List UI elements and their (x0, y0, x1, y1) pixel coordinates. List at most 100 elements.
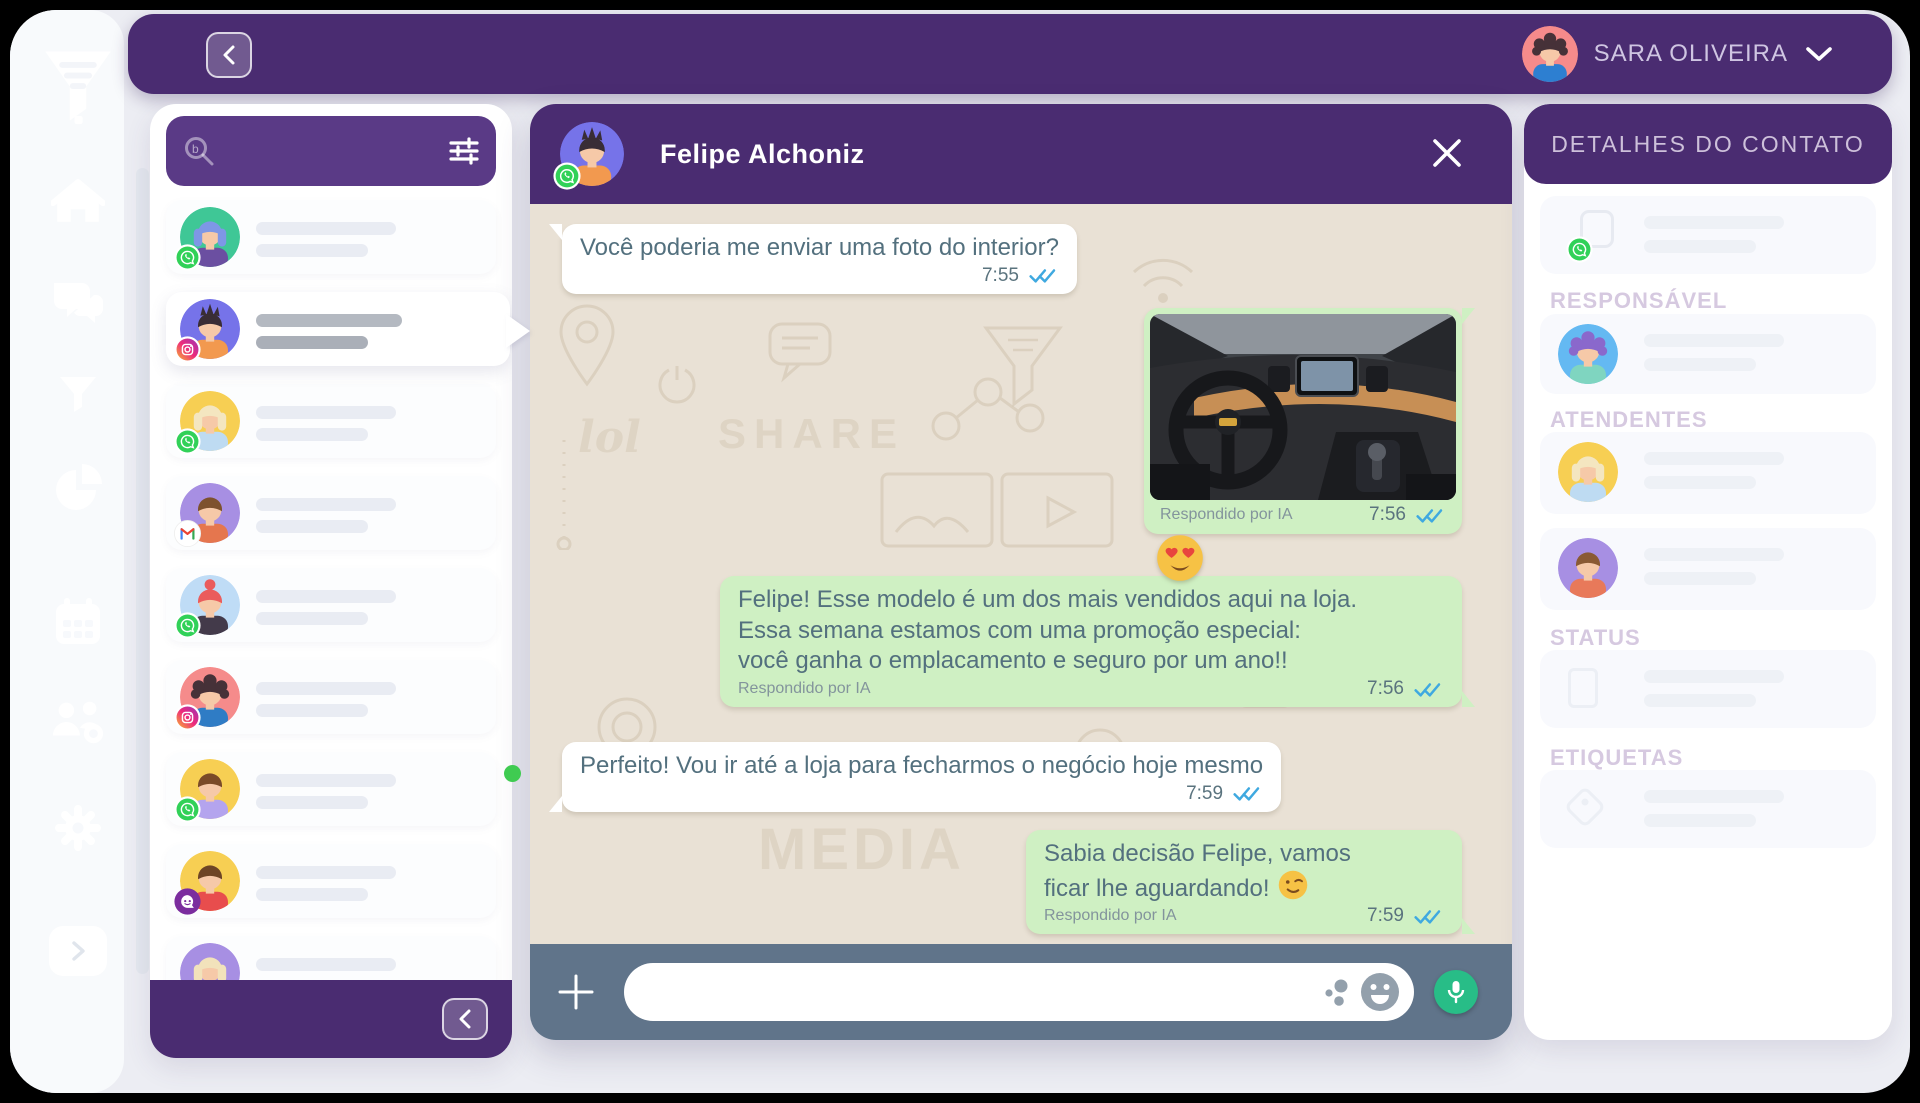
chat-list-item[interactable] (166, 568, 496, 642)
tag-icon (1564, 786, 1606, 828)
etiqueta-placeholder (1644, 790, 1784, 803)
message-time: 7:56 (1367, 678, 1404, 700)
contact-info-placeholder (1644, 240, 1756, 253)
atendente-avatar (1558, 538, 1618, 598)
whatsapp-badge-icon (1566, 236, 1593, 263)
message-preview-placeholder (256, 704, 368, 717)
current-user-menu[interactable]: SARA OLIVEIRA (1522, 26, 1834, 82)
read-receipt-icon (1416, 507, 1446, 524)
rail-pie-report[interactable] (52, 462, 104, 514)
chat-list-item[interactable] (166, 200, 496, 274)
contact-details-panel: DETALHES DO CONTATO RESPONSÁVEL ATENDENT… (1524, 104, 1892, 1040)
navigation-rail (10, 10, 124, 1093)
message-input-wrap[interactable] (624, 963, 1414, 1021)
whatsapp-badge-icon (553, 162, 581, 190)
online-status-dot (504, 765, 521, 782)
section-label-etiquetas: ETIQUETAS (1550, 745, 1683, 771)
whatsapp-badge-icon (174, 612, 201, 639)
section-label-status: STATUS (1550, 625, 1641, 651)
emoji-smiley-icon[interactable] (1360, 972, 1400, 1012)
read-receipt-icon (1414, 908, 1444, 925)
message-time: 7:59 (1186, 783, 1223, 805)
message-input[interactable] (650, 981, 1320, 1004)
conversation-card: Felipe Alchoniz lol SHARE FOLLOW SOC MED… (530, 104, 1512, 1040)
contact-name-placeholder (256, 866, 396, 879)
rail-expand-rail[interactable] (49, 926, 107, 976)
contact-name-placeholder (256, 498, 396, 511)
message-preview-placeholder (256, 428, 368, 441)
atendente-info-placeholder (1644, 476, 1756, 489)
attach-plus-icon[interactable] (556, 972, 596, 1012)
filter-sliders-icon[interactable] (448, 137, 480, 165)
gmail-badge-icon (174, 520, 201, 547)
atendente-avatar (1558, 442, 1618, 502)
contact-summary-card[interactable] (1540, 196, 1876, 274)
atendente-info-placeholder (1644, 572, 1756, 585)
contact-name-placeholder (256, 958, 396, 971)
incoming-message: Você poderia me enviar uma foto do inter… (562, 224, 1077, 294)
microphone-button[interactable] (1434, 970, 1478, 1014)
user-name: SARA OLIVEIRA (1594, 40, 1788, 68)
outgoing-message: Respondido por IA7:56 (1144, 308, 1462, 534)
etiqueta-placeholder (1644, 814, 1756, 827)
contact-name: Felipe Alchoniz (660, 139, 865, 170)
collapse-list-button[interactable] (442, 998, 488, 1040)
chat-list-item[interactable] (166, 292, 510, 366)
chat-list-item[interactable] (166, 844, 496, 918)
ai-reply-label: Respondido por IA (1160, 506, 1293, 524)
rail-chats[interactable] (50, 278, 106, 328)
whatsapp-badge-icon (174, 428, 201, 455)
rail-team-settings[interactable] (49, 696, 107, 748)
contact-name-placeholder (256, 222, 396, 235)
message-preview-placeholder (256, 612, 368, 625)
message-preview-placeholder (256, 244, 368, 257)
chat-list-item[interactable] (166, 384, 496, 458)
read-receipt-icon (1029, 267, 1059, 284)
message-text: Perfeito! Vou ir até a loja para fecharm… (580, 751, 1263, 782)
section-label-atendentes: ATENDENTES (1550, 407, 1708, 433)
atendente-card[interactable] (1540, 528, 1876, 610)
message-time: 7:55 (982, 265, 1019, 287)
contact-name-placeholder (256, 774, 396, 787)
etiquetas-card[interactable] (1540, 770, 1876, 848)
search-input[interactable] (216, 140, 448, 163)
chevron-down-icon[interactable] (1804, 45, 1834, 63)
rail-settings-gear[interactable] (52, 802, 104, 854)
assistant-dots-icon[interactable] (1320, 976, 1352, 1008)
close-conversation-button[interactable] (1430, 136, 1466, 172)
whatsapp-badge-icon (174, 244, 201, 271)
atendente-name-placeholder (1644, 548, 1784, 561)
responsavel-info-placeholder (1644, 358, 1756, 371)
message-reaction-emoji[interactable] (1156, 534, 1204, 582)
outgoing-message: Sabia decisão Felipe, vamos ficar lhe ag… (1026, 830, 1462, 934)
status-info-placeholder (1644, 694, 1756, 707)
back-button[interactable] (206, 32, 252, 78)
incoming-message: Perfeito! Vou ir até a loja para fecharm… (562, 742, 1281, 812)
chat-list-scrollbar[interactable] (136, 168, 149, 974)
car-interior-photo[interactable] (1150, 314, 1456, 500)
rail-home[interactable] (51, 176, 105, 230)
atendente-card[interactable] (1540, 432, 1876, 514)
responsavel-card[interactable] (1540, 314, 1876, 394)
rail-calendar[interactable] (52, 596, 104, 648)
chat-list-item[interactable] (166, 660, 496, 734)
details-title: DETALHES DO CONTATO (1551, 131, 1865, 158)
instagram-badge-icon (174, 336, 201, 363)
status-card[interactable] (1540, 650, 1876, 728)
chat-list-item[interactable] (166, 752, 496, 826)
chat-list-footer (150, 980, 512, 1058)
conversation-header: Felipe Alchoniz (530, 104, 1512, 204)
top-bar: SARA OLIVEIRA (128, 14, 1892, 94)
instagram-badge-icon (174, 704, 201, 731)
rail-filter-funnel[interactable] (56, 372, 100, 416)
message-area: lol SHARE FOLLOW SOC MEDIA Você poderia … (530, 204, 1512, 944)
search-bar[interactable]: b (166, 116, 496, 186)
search-icon: b (182, 134, 216, 168)
outgoing-message: Felipe! Esse modelo é um dos mais vendid… (720, 576, 1462, 707)
contact-name-placeholder (256, 590, 396, 603)
contact-name-placeholder (256, 314, 402, 327)
read-receipt-icon (1414, 681, 1444, 698)
rail-logo-funnel (40, 48, 116, 130)
message-text: Felipe! Esse modelo é um dos mais vendid… (738, 585, 1444, 677)
chat-list-item[interactable] (166, 476, 496, 550)
